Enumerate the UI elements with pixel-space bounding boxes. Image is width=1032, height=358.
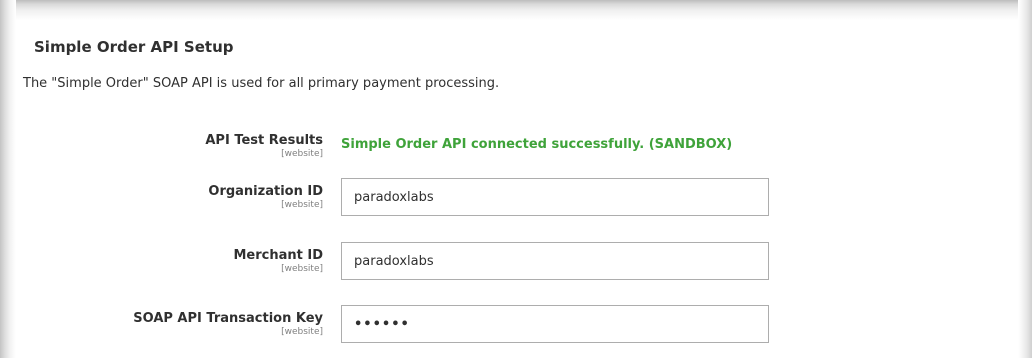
shadow-right [1018,0,1032,358]
value-group-organization-id [341,178,769,216]
section-description: The "Simple Order" SOAP API is used for … [23,76,500,91]
scope-organization-id: [website] [281,200,323,210]
merchant-id-input[interactable] [341,242,769,280]
screenshot-frame: Simple Order API Setup The "Simple Order… [0,0,1032,358]
label-soap-api-transaction-key: SOAP API Transaction Key [133,311,323,326]
value-group-merchant-id [341,242,769,280]
shadow-left [0,0,16,358]
organization-id-input[interactable] [341,178,769,216]
section-title: Simple Order API Setup [34,38,234,56]
scope-soap-api-transaction-key: [website] [281,327,323,337]
shadow-top [0,0,1032,20]
label-api-test-results: API Test Results [205,133,323,148]
label-group-api-test-results: API Test Results [website] [205,133,323,159]
soap-api-transaction-key-input[interactable] [341,305,769,343]
label-merchant-id: Merchant ID [233,248,323,263]
value-group-api-test-results: Simple Order API connected successfully.… [341,133,732,152]
api-test-status: Simple Order API connected successfully.… [341,137,733,152]
label-group-merchant-id: Merchant ID [website] [233,248,323,274]
value-group-soap-api-transaction-key [341,305,769,343]
label-group-soap-api-transaction-key: SOAP API Transaction Key [website] [133,311,323,337]
label-group-organization-id: Organization ID [website] [208,184,323,210]
label-organization-id: Organization ID [208,184,323,199]
config-section-panel: Simple Order API Setup The "Simple Order… [17,20,1018,358]
scope-merchant-id: [website] [281,264,323,274]
scope-api-test-results: [website] [281,149,323,159]
